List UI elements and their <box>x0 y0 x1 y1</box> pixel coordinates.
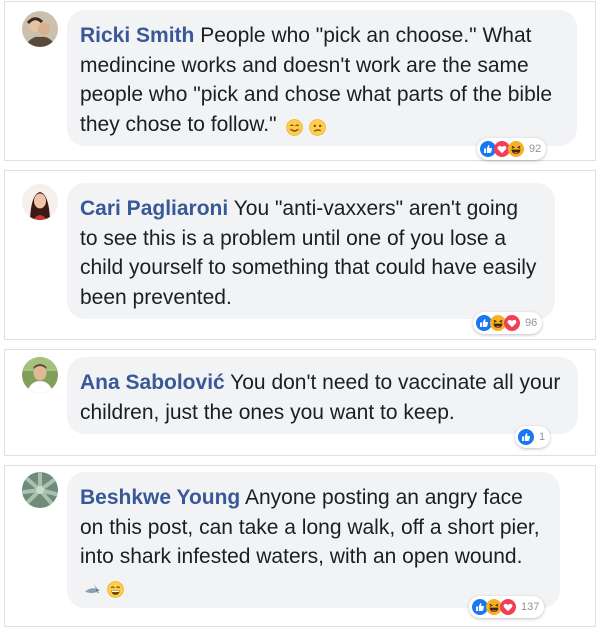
reaction-summary[interactable]: 137 <box>469 596 545 618</box>
avatar[interactable] <box>22 472 58 508</box>
grinning-face-icon <box>107 581 124 599</box>
comment-card: Ana Sabolović You don't need to vaccinat… <box>4 349 596 456</box>
avatar[interactable] <box>22 357 58 393</box>
comment-bubble: Ana Sabolović You don't need to vaccinat… <box>67 357 578 434</box>
reaction-count: 137 <box>521 601 540 613</box>
comment-author[interactable]: Beshkwe Young <box>80 486 240 509</box>
shark-icon <box>85 584 100 595</box>
haha-reaction-icon <box>508 141 524 157</box>
inline-emojis <box>286 113 326 143</box>
avatar[interactable] <box>22 184 58 220</box>
comment-bubble: Cari Pagliaroni You "anti-vaxxers" aren'… <box>67 183 555 319</box>
reaction-summary[interactable]: 96 <box>473 312 543 334</box>
comment-card: Ricki Smith People who "pick an choose."… <box>4 1 596 161</box>
comment-author[interactable]: Cari Pagliaroni <box>80 197 228 220</box>
comment-author[interactable]: Ana Sabolović <box>80 371 225 394</box>
reaction-count: 1 <box>539 431 546 443</box>
love-reaction-icon <box>500 599 516 615</box>
love-reaction-icon <box>504 315 520 331</box>
reaction-summary[interactable]: 1 <box>515 426 551 448</box>
reaction-count: 92 <box>529 143 542 155</box>
avatar-photo <box>22 357 58 393</box>
avatar[interactable] <box>22 11 58 47</box>
avatar-photo <box>22 184 58 220</box>
reaction-count: 96 <box>525 317 538 329</box>
inline-emojis <box>84 575 124 605</box>
comment-card: Cari Pagliaroni You "anti-vaxxers" aren'… <box>4 170 596 340</box>
confused-face-icon <box>309 119 326 137</box>
comment-author[interactable]: Ricki Smith <box>80 24 194 47</box>
comment-bubble: Beshkwe Young Anyone posting an angry fa… <box>67 472 560 608</box>
smiling-face-icon <box>286 119 304 137</box>
avatar-photo <box>22 11 58 47</box>
comment-bubble: Ricki Smith People who "pick an choose."… <box>67 10 577 146</box>
like-reaction-icon <box>518 429 534 445</box>
comment-card: Beshkwe Young Anyone posting an angry fa… <box>4 465 596 627</box>
reaction-summary[interactable]: 92 <box>477 138 547 160</box>
avatar-photo <box>22 472 58 508</box>
